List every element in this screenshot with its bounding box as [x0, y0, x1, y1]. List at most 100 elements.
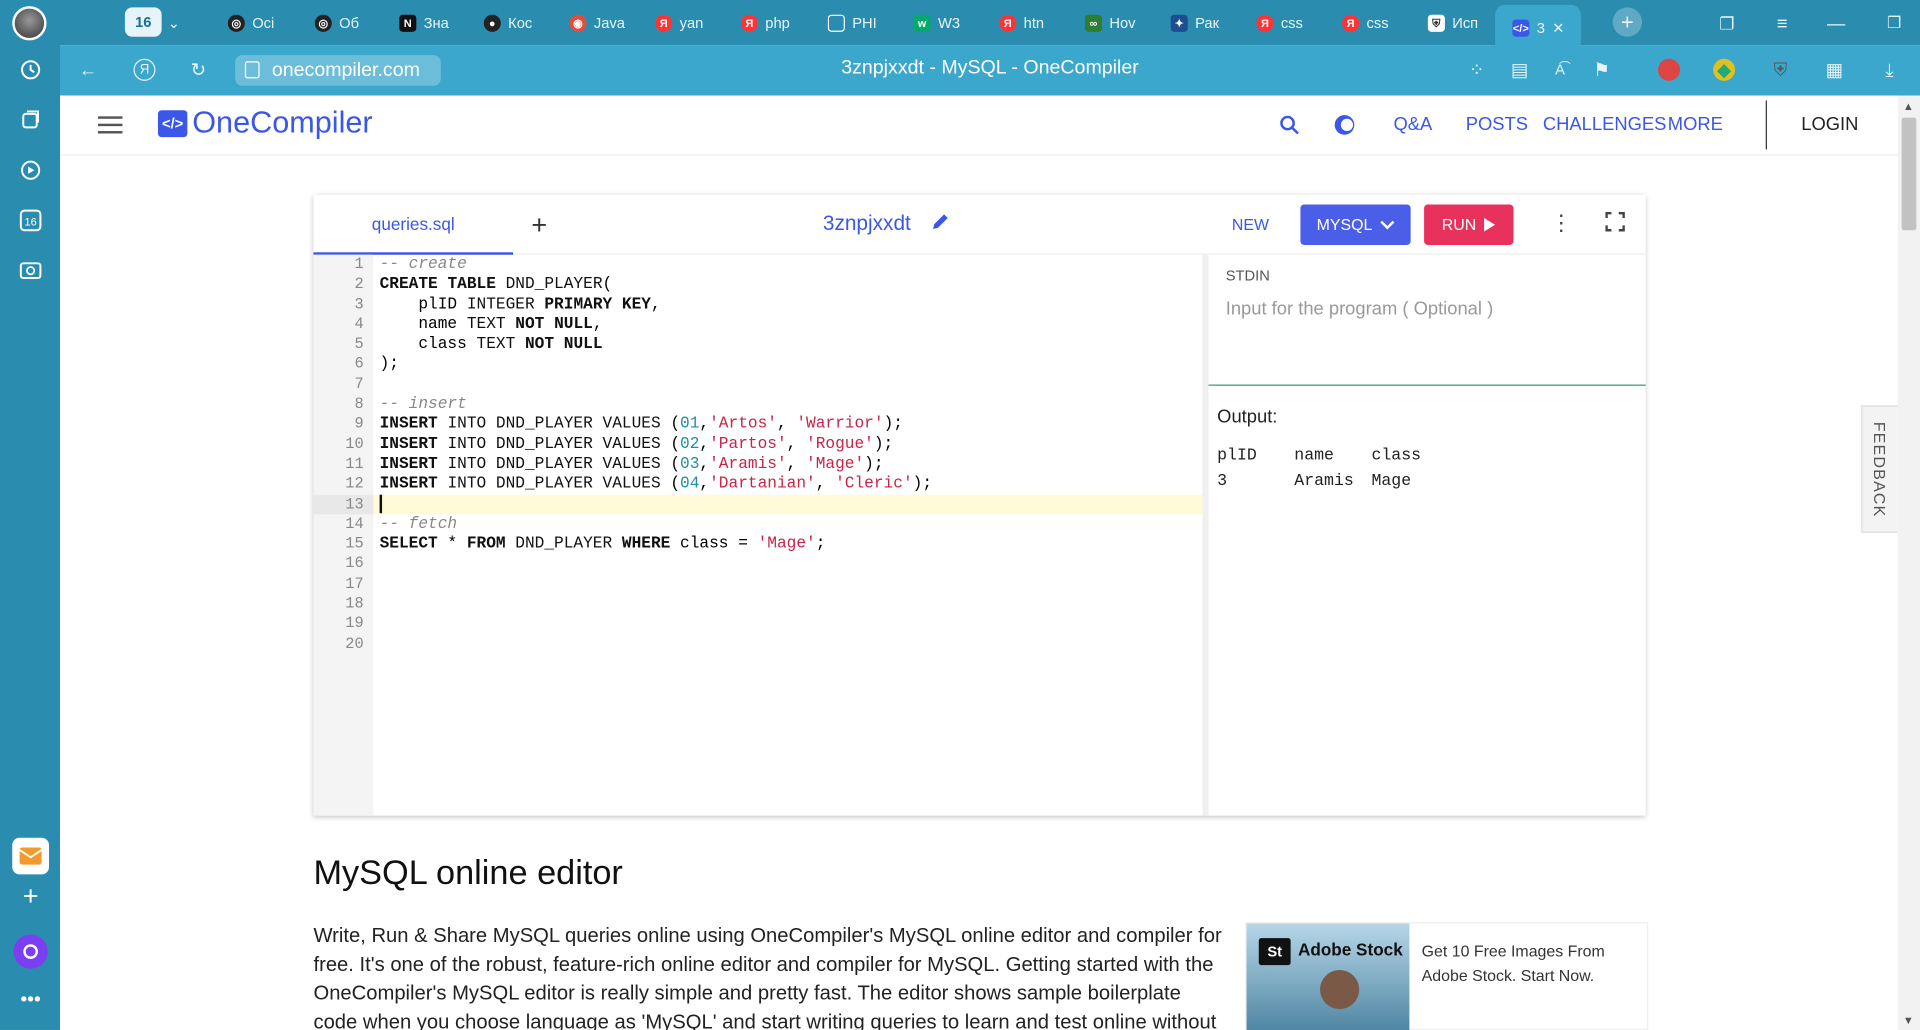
browser-tab-active[interactable]: </> 3 ✕: [1495, 4, 1581, 46]
bookmark-icon[interactable]: ⚑: [1591, 59, 1613, 81]
code-line[interactable]: 17: [345, 574, 1202, 594]
browser-tab[interactable]: ● Кос: [483, 10, 545, 37]
nav-qa[interactable]: Q&A: [1393, 114, 1432, 135]
video-play-icon[interactable]: [15, 154, 47, 186]
tab-actions-icon[interactable]: ❐: [1719, 10, 1734, 37]
language-select-button[interactable]: MYSQL: [1300, 204, 1411, 245]
browser-tab[interactable]: Яphp: [740, 10, 802, 37]
browser-tab[interactable]: ⛨ Исп: [1427, 10, 1489, 37]
minimize-icon[interactable]: —: [1827, 10, 1845, 37]
panel-divider[interactable]: [1202, 254, 1209, 816]
line-number: 15: [345, 535, 364, 553]
code-line[interactable]: 20: [345, 634, 1202, 654]
nav-posts[interactable]: POSTS: [1466, 114, 1528, 135]
search-icon[interactable]: [1278, 114, 1300, 142]
browser-tab[interactable]: ◎ Осі: [227, 10, 292, 37]
line-number: 19: [345, 615, 364, 633]
code-line[interactable]: 4 name TEXT NOT NULL,: [354, 315, 1202, 335]
screenshot-icon[interactable]: [15, 255, 47, 287]
code-line[interactable]: 13: [313, 494, 1203, 515]
scroll-down-arrow-icon[interactable]: ▼: [1903, 1014, 1914, 1026]
code-line[interactable]: 12 INSERT INTO DND_PLAYER VALUES (04,'Dar…: [345, 474, 1202, 494]
run-button[interactable]: RUN: [1424, 204, 1514, 245]
restore-icon[interactable]: ❐: [1887, 10, 1901, 37]
edit-pencil-icon[interactable]: [931, 212, 951, 238]
translate-icon[interactable]: A͡: [1549, 59, 1571, 81]
ad-banner[interactable]: St Adobe Stock Get 10 Free Images From A…: [1245, 922, 1649, 1030]
reader-mode-icon[interactable]: ▤: [1509, 59, 1531, 81]
file-tab-queries[interactable]: queries.sql: [313, 195, 514, 255]
new-tab-icon[interactable]: +: [1612, 7, 1643, 37]
yandex-icon: Я: [655, 14, 673, 32]
hamburger-icon[interactable]: [97, 116, 123, 134]
browser-tab[interactable]: Яhtn: [999, 10, 1060, 37]
page-scrollbar[interactable]: ▲ ▼: [1897, 95, 1920, 1030]
code-line[interactable]: 7: [354, 374, 1202, 394]
browser-tab[interactable]: ◎ Об: [314, 10, 376, 37]
add-panel-icon[interactable]: +: [15, 881, 47, 913]
download-icon[interactable]: ⤓: [1878, 59, 1900, 81]
chevron-down-icon[interactable]: ⌄: [168, 10, 185, 37]
document-icon: [827, 14, 845, 32]
code-line[interactable]: 15 SELECT * FROM DND_PLAYER WHERE class =…: [345, 534, 1202, 554]
extensions-grid-icon[interactable]: ⁘: [1466, 59, 1488, 81]
browser-tab[interactable]: PHI: [827, 10, 889, 37]
history-icon[interactable]: [15, 54, 47, 86]
code-line[interactable]: 2 CREATE TABLE DND_PLAYER(: [354, 275, 1202, 295]
line-number: 4: [354, 315, 364, 333]
page-title: 3znpjxxdt - MySQL - OneCompiler: [841, 57, 1139, 79]
code-line[interactable]: 19: [345, 614, 1202, 634]
fullscreen-icon[interactable]: [1605, 211, 1625, 238]
scroll-up-arrow-icon[interactable]: ▲: [1903, 100, 1914, 112]
project-name[interactable]: 3znpjxxdt: [823, 212, 911, 236]
code-line[interactable]: 9 INSERT INTO DND_PLAYER VALUES (01,'Arto…: [354, 414, 1202, 434]
tabs-count-icon[interactable]: 16: [15, 205, 47, 237]
code-line[interactable]: 11 INSERT INTO DND_PLAYER VALUES (03,'Ara…: [345, 454, 1202, 474]
ad-brand: Adobe Stock: [1297, 939, 1403, 959]
mail-app-icon[interactable]: [12, 837, 49, 875]
code-line[interactable]: 10 INSERT INTO DND_PLAYER VALUES (02,'Par…: [345, 434, 1202, 454]
feedback-tab[interactable]: FEEDBACK: [1861, 405, 1898, 533]
line-number: 6: [354, 355, 364, 373]
ad-person-image: [1320, 969, 1360, 1010]
code-line[interactable]: 5 class TEXT NOT NULL: [354, 335, 1202, 355]
sidebar-panel-icon[interactable]: ▦: [1823, 59, 1845, 81]
tab-counter[interactable]: 16: [124, 7, 162, 37]
menu-icon[interactable]: ≡: [1777, 10, 1788, 37]
browser-tab[interactable]: Яcss: [1342, 10, 1403, 37]
browser-tab[interactable]: N Зна: [399, 10, 460, 37]
code-line[interactable]: 3 plID INTEGER PRIMARY KEY,: [354, 295, 1202, 315]
code-editor[interactable]: 1 -- create 2 CREATE TABLE DND_PLAYER(3 plI…: [313, 255, 1203, 816]
profile-avatar[interactable]: [12, 6, 47, 41]
more-options-icon[interactable]: ⋮: [1550, 211, 1572, 237]
code-line[interactable]: 6);: [354, 355, 1202, 375]
browser-tab[interactable]: ◉ Java: [569, 10, 630, 37]
code-line[interactable]: 16: [345, 554, 1202, 574]
browser-tab[interactable]: w W3: [913, 10, 974, 37]
code-line[interactable]: 8 -- insert: [354, 394, 1202, 414]
extension-icon[interactable]: [1657, 58, 1681, 81]
site-logo[interactable]: </> OneCompiler: [157, 105, 373, 141]
browser-tab[interactable]: ∞ Hov: [1084, 10, 1146, 37]
more-dots-icon[interactable]: •••: [15, 985, 47, 1017]
site-header: </> OneCompiler Q&A POSTS CHALLENGES MOR…: [60, 95, 1898, 156]
new-button[interactable]: NEW: [1232, 216, 1269, 234]
browser-tab[interactable]: ✦ Рак: [1170, 10, 1232, 37]
code-line[interactable]: 1 -- create: [354, 255, 1202, 275]
theme-toggle-icon[interactable]: [1332, 113, 1356, 144]
extension-icon[interactable]: ◆: [1713, 58, 1736, 81]
add-file-icon[interactable]: +: [531, 209, 547, 241]
nav-challenges[interactable]: CHALLENGES: [1543, 114, 1667, 135]
collections-icon[interactable]: [15, 104, 47, 136]
stdin-input[interactable]: Input for the program ( Optional ): [1226, 299, 1493, 320]
scrollbar-thumb[interactable]: [1901, 117, 1917, 231]
login-link[interactable]: LOGIN: [1801, 114, 1858, 135]
browser-tab[interactable]: Яcss: [1256, 10, 1317, 37]
nav-more[interactable]: MORE: [1668, 114, 1723, 135]
browser-tab[interactable]: Яyan: [655, 10, 716, 37]
code-line[interactable]: 18: [345, 594, 1202, 614]
code-line[interactable]: 14 -- fetch: [345, 514, 1202, 534]
close-tab-icon[interactable]: ✕: [1552, 20, 1564, 37]
alice-assistant-icon[interactable]: [13, 934, 48, 969]
adblock-shield-icon[interactable]: ⛨: [1769, 59, 1791, 81]
